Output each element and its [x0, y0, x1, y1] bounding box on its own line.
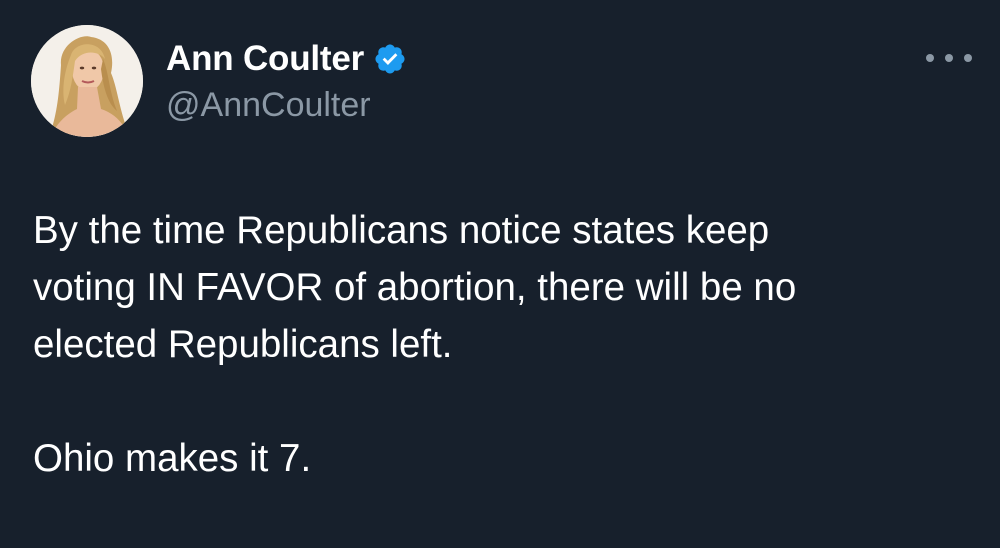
more-dot — [926, 54, 934, 62]
tweet-text-line: voting IN FAVOR of abortion, there will … — [33, 266, 797, 309]
author-display-name[interactable]: Ann Coulter — [166, 39, 364, 79]
more-dot — [945, 54, 953, 62]
more-dot — [964, 54, 972, 62]
tweet-text-line: By the time Republicans notice states ke… — [33, 209, 770, 252]
author-handle[interactable]: @AnnCoulter — [166, 86, 371, 125]
tweet-text: By the time Republicans notice states ke… — [33, 202, 973, 487]
tweet-card: Ann Coulter @AnnCoulter By the time Repu… — [0, 0, 1000, 548]
tweet-text-line: elected Republicans left. — [33, 323, 453, 366]
avatar-photo-icon — [31, 25, 143, 137]
avatar[interactable] — [31, 25, 143, 137]
author-name-row: Ann Coulter — [166, 38, 407, 80]
verified-badge-icon — [373, 42, 407, 76]
tweet-text-closing: Ohio makes it 7. — [33, 437, 312, 480]
more-horizontal-icon[interactable] — [926, 45, 972, 71]
